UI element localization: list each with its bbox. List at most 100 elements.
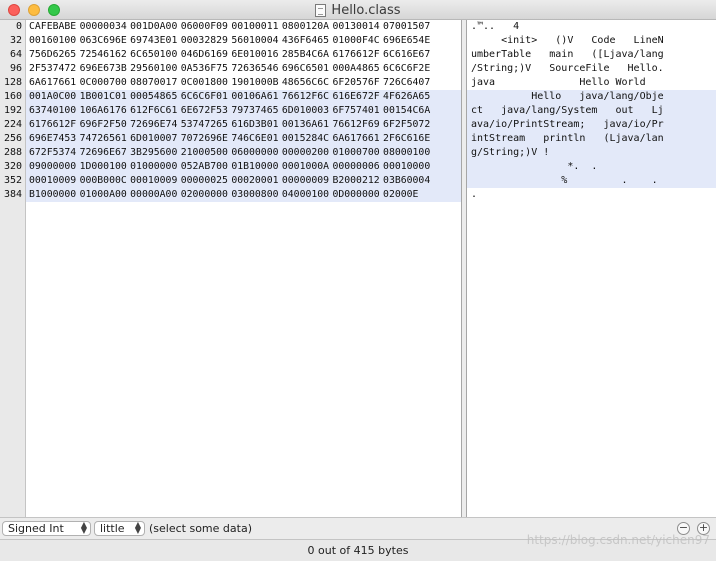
hex-word[interactable]: 00010009	[130, 175, 177, 186]
remove-button[interactable]: −	[677, 522, 690, 535]
hex-word[interactable]: 6F2F5072	[383, 119, 430, 130]
hex-word[interactable]: 72696E67	[80, 147, 127, 158]
hex-word[interactable]: 001D0A00	[130, 21, 177, 32]
hex-word[interactable]: 6C616E67	[383, 49, 430, 60]
hex-word[interactable]: 3B295600	[130, 147, 177, 158]
ascii-row[interactable]: .	[467, 188, 716, 202]
hex-word[interactable]: 08000100	[383, 147, 430, 158]
hex-row[interactable]: 6A617661 0C000700 08070017 0C001800 1901000B…	[26, 76, 461, 90]
hex-word[interactable]: 6176612F	[332, 49, 379, 60]
hex-word[interactable]: 00000034	[80, 21, 127, 32]
hex-word[interactable]: 72546162	[80, 49, 127, 60]
ascii-row[interactable]: ct java/lang/System out Lj	[467, 104, 716, 118]
hex-word[interactable]: 756D6265	[29, 49, 76, 60]
hex-word[interactable]: 00154C6A	[383, 105, 430, 116]
hex-word[interactable]: 696E7453	[29, 133, 76, 144]
hex-word[interactable]: 00136A61	[282, 119, 329, 130]
hex-word[interactable]: 09000000	[29, 161, 76, 172]
hex-word[interactable]: 0D000000	[332, 189, 379, 200]
hex-word[interactable]: 6D010007	[130, 133, 177, 144]
hex-word[interactable]: 00000200	[282, 147, 329, 158]
hex-word[interactable]: 0C001800	[181, 77, 228, 88]
hex-row[interactable]: 00010009 000B000C 00010009 00000025 00020001…	[26, 174, 461, 188]
ascii-pane[interactable]: .™.. 4 <init> ()V Code LineN umberTable m…	[467, 20, 716, 517]
hex-word[interactable]: B1000000	[29, 189, 76, 200]
hex-word[interactable]: 436F6465	[282, 35, 329, 46]
hex-word[interactable]: 6176612F	[29, 119, 76, 130]
hex-word[interactable]: 0800120A	[282, 21, 329, 32]
hex-word[interactable]: 696E654E	[383, 35, 430, 46]
ascii-row[interactable]: .™.. 4	[467, 20, 716, 34]
hex-word[interactable]: 01000F4C	[332, 35, 379, 46]
hex-word[interactable]: B2000212	[332, 175, 379, 186]
hex-word[interactable]: 76612F69	[332, 119, 379, 130]
ascii-row[interactable]: intStream println (Ljava/lan	[467, 132, 716, 146]
hex-word[interactable]: 00032829	[181, 35, 228, 46]
hex-word[interactable]: 04000100	[282, 189, 329, 200]
hex-word[interactable]: 00054865	[130, 91, 177, 102]
hex-word[interactable]: 00000A00	[130, 189, 177, 200]
hex-row[interactable]: 00160100 063C696E 69743E01 00032829 56010004…	[26, 34, 461, 48]
ascii-row[interactable]: java Hello World	[467, 76, 716, 90]
hex-word[interactable]: 08070017	[130, 77, 177, 88]
hex-word[interactable]: 696C6501	[282, 63, 329, 74]
hex-word[interactable]: 2F6C616E	[383, 133, 430, 144]
hex-word[interactable]: 00130014	[332, 21, 379, 32]
ascii-row[interactable]: /String;)V SourceFile Hello.	[467, 62, 716, 76]
hex-word[interactable]: 00000009	[282, 175, 329, 186]
hex-word[interactable]: 21000500	[181, 147, 228, 158]
hex-word[interactable]: 48656C6C	[282, 77, 329, 88]
hex-word[interactable]: 6F20576F	[332, 77, 379, 88]
hex-word[interactable]: 1B001C01	[80, 91, 127, 102]
hex-word[interactable]: 6A617661	[332, 133, 379, 144]
hex-word[interactable]: 56010004	[231, 35, 278, 46]
hex-pane[interactable]: CAFEBABE 00000034 001D0A00 06000F09 00100011…	[26, 20, 461, 517]
hex-word[interactable]: 00106A61	[231, 91, 278, 102]
hex-word[interactable]: 2F537472	[29, 63, 76, 74]
hex-word[interactable]: 616D3B01	[231, 119, 278, 130]
hex-word[interactable]: 616E672F	[332, 91, 379, 102]
endian-popup[interactable]: little ▲ ▼	[94, 521, 145, 536]
hex-word[interactable]: 63740100	[29, 105, 76, 116]
hex-row[interactable]: 001A0C00 1B001C01 00054865 6C6C6F01 00106A61…	[26, 90, 461, 104]
hex-word[interactable]: 6E010016	[231, 49, 278, 60]
ascii-row[interactable]: % . .	[467, 174, 716, 188]
hex-row[interactable]: 756D6265 72546162 6C650100 046D6169 6E010016…	[26, 48, 461, 62]
hex-word[interactable]: 02000E	[383, 189, 418, 200]
hex-word[interactable]: 6C6C6F01	[181, 91, 228, 102]
hex-word[interactable]: 00160100	[29, 35, 76, 46]
hex-word[interactable]: 726C6407	[383, 77, 430, 88]
hex-word[interactable]: 29560100	[130, 63, 177, 74]
hex-word[interactable]: 76612F6C	[282, 91, 329, 102]
hex-word[interactable]: 696E673B	[80, 63, 127, 74]
hex-word[interactable]: 00000006	[332, 161, 379, 172]
hex-word[interactable]: 1901000B	[231, 77, 278, 88]
hex-word[interactable]: 046D6169	[181, 49, 228, 60]
hex-word[interactable]: 7072696E	[181, 133, 228, 144]
hex-word[interactable]: 6A617661	[29, 77, 76, 88]
hex-word[interactable]: 000A4865	[332, 63, 379, 74]
hex-word[interactable]: 052AB700	[181, 161, 228, 172]
hex-word[interactable]: CAFEBABE	[29, 21, 76, 32]
hex-word[interactable]: 06000F09	[181, 21, 228, 32]
int-type-popup[interactable]: Signed Int ▲ ▼	[2, 521, 91, 536]
hex-word[interactable]: 0C000700	[80, 77, 127, 88]
hex-word[interactable]: 001A0C00	[29, 91, 76, 102]
hex-word[interactable]: 746C6E01	[231, 133, 278, 144]
hex-word[interactable]: 6C650100	[130, 49, 177, 60]
hex-word[interactable]: 696F2F50	[80, 119, 127, 130]
hex-row[interactable]: 2F537472 696E673B 29560100 0A536F75 72636546…	[26, 62, 461, 76]
hex-word[interactable]: 00010009	[29, 175, 76, 186]
hex-word[interactable]: 01000000	[130, 161, 177, 172]
hex-word[interactable]: 4F626A65	[383, 91, 430, 102]
hex-word[interactable]: 063C696E	[80, 35, 127, 46]
hex-row[interactable]: 696E7453 74726561 6D010007 7072696E 746C6E01…	[26, 132, 461, 146]
hex-word[interactable]: 00100011	[231, 21, 278, 32]
hex-word[interactable]: 0015284C	[282, 133, 329, 144]
hex-word[interactable]: 72696E74	[130, 119, 177, 130]
hex-word[interactable]: 612F6C61	[130, 105, 177, 116]
hex-word[interactable]: 6F757401	[332, 105, 379, 116]
hex-word[interactable]: 6E672F53	[181, 105, 228, 116]
hex-word[interactable]: 69743E01	[130, 35, 177, 46]
ascii-row[interactable]: <init> ()V Code LineN	[467, 34, 716, 48]
